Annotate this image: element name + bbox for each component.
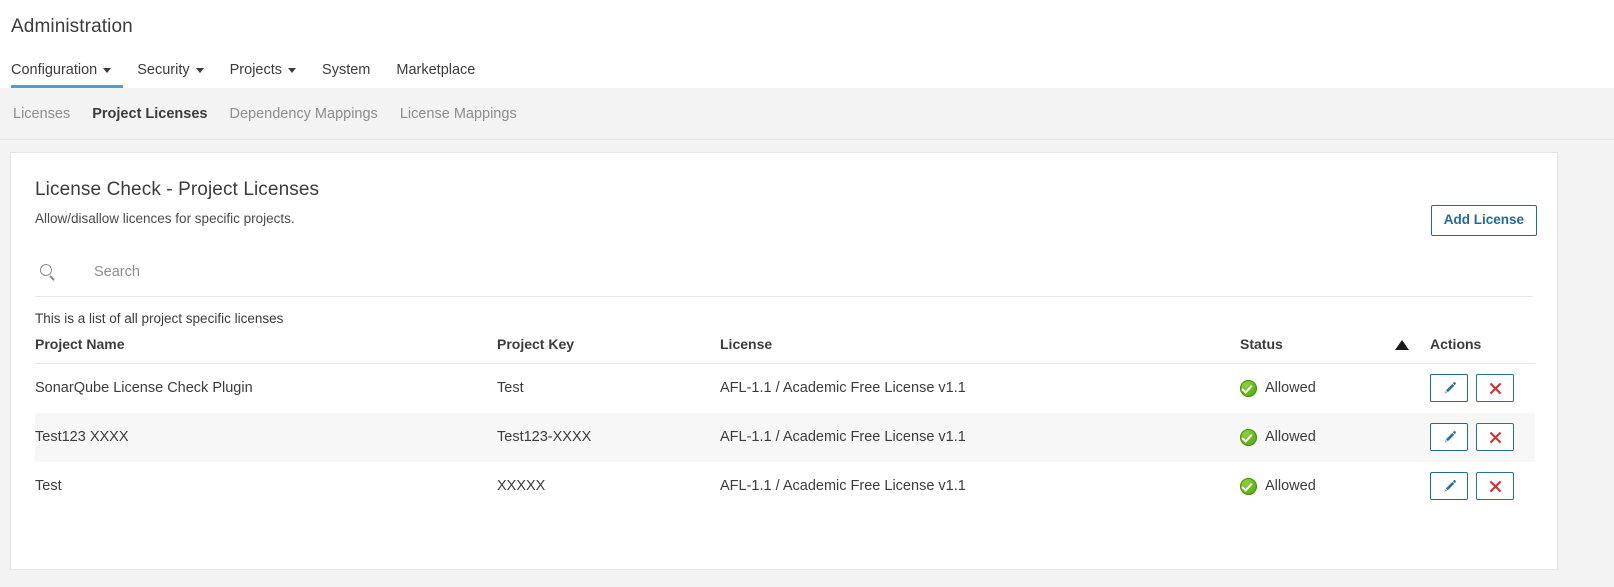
subnav-item-license-mappings[interactable]: License Mappings — [400, 106, 517, 122]
nav-item-security[interactable]: Security — [137, 61, 215, 89]
panel-title: License Check - Project Licenses — [35, 179, 320, 200]
cell-project-name: Test — [35, 478, 62, 494]
nav-item-system-label: System — [322, 61, 371, 78]
subnav-item-licenses[interactable]: Licenses — [13, 106, 70, 122]
cell-actions — [1430, 462, 1535, 511]
sort-ascending-icon-cell[interactable] — [1395, 336, 1430, 364]
panel-header: License Check - Project Licenses Allow/d… — [11, 153, 1557, 236]
column-header-project-key[interactable]: Project Key — [497, 336, 720, 364]
status-badge-label: Allowed — [1265, 380, 1316, 397]
cell-project-name: SonarQube License Check Plugin — [35, 380, 253, 397]
table-header: Project Name Project Key License Status … — [35, 336, 1535, 364]
cell-license: AFL-1.1 / Academic Free License v1.1 — [720, 478, 966, 494]
subnav-item-dependency-mappings[interactable]: Dependency Mappings — [229, 106, 377, 122]
chevron-down-icon — [288, 68, 297, 74]
cell-actions — [1430, 364, 1535, 413]
project-licenses-panel: License Check - Project Licenses Allow/d… — [10, 152, 1558, 570]
search-icon — [38, 262, 58, 282]
nav-item-marketplace-label: Marketplace — [396, 61, 476, 78]
edit-license-button[interactable] — [1430, 374, 1468, 403]
list-description: This is a list of all project specific l… — [35, 311, 284, 326]
close-x-icon — [1488, 479, 1503, 494]
nav-item-security-label: Security — [137, 61, 190, 78]
nav-item-configuration-label: Configuration — [11, 61, 98, 78]
cell-project-key: XXXXX — [497, 478, 546, 494]
sort-ascending-icon — [1395, 340, 1409, 351]
column-header-status[interactable]: Status — [1240, 336, 1395, 364]
nav-item-marketplace[interactable]: Marketplace — [396, 61, 487, 89]
cell-status: Allowed — [1240, 462, 1430, 511]
status-badge-label: Allowed — [1265, 478, 1316, 494]
cell-project-key: Test — [497, 380, 524, 397]
table-body: SonarQube License Check Plugin Test AFL-… — [35, 364, 1535, 511]
pencil-icon — [1442, 479, 1457, 494]
chevron-down-icon — [103, 68, 112, 74]
table-row: Test123 XXXX Test123-XXXX AFL-1.1 / Acad… — [35, 412, 1535, 462]
pencil-icon — [1442, 381, 1457, 396]
check-circle-icon — [1240, 477, 1257, 495]
edit-license-button[interactable] — [1430, 423, 1468, 451]
main-navigation: Configuration Security Projects System M… — [11, 50, 487, 88]
nav-item-projects[interactable]: Projects — [229, 61, 308, 89]
project-licenses-table: Project Name Project Key License Status … — [35, 336, 1535, 511]
panel-subtitle: Allow/disallow licences for specific pro… — [35, 211, 295, 226]
check-circle-icon — [1240, 428, 1257, 446]
search-bar — [35, 262, 1533, 297]
check-circle-icon — [1240, 379, 1257, 397]
cell-actions — [1430, 413, 1535, 462]
cell-project-name: Test123 XXXX — [35, 429, 129, 445]
add-license-button[interactable]: Add License — [1430, 205, 1537, 236]
pencil-icon — [1442, 430, 1457, 445]
column-header-project-name[interactable]: Project Name — [35, 336, 497, 364]
chevron-down-icon — [195, 68, 204, 74]
table-row: SonarQube License Check Plugin Test AFL-… — [35, 364, 1535, 413]
cell-license: AFL-1.1 / Academic Free License v1.1 — [720, 380, 966, 397]
sub-navigation: Licenses Project Licenses Dependency Map… — [0, 88, 1614, 140]
nav-item-system[interactable]: System — [322, 61, 382, 89]
close-x-icon — [1488, 381, 1503, 396]
nav-item-configuration[interactable]: Configuration — [11, 61, 124, 88]
column-header-license[interactable]: License — [720, 336, 1240, 364]
cell-status: Allowed — [1240, 364, 1430, 413]
delete-license-button[interactable] — [1476, 423, 1514, 451]
cell-status: Allowed — [1240, 413, 1430, 462]
table-row: Test XXXXX AFL-1.1 / Academic Free Licen… — [35, 462, 1535, 511]
cell-license: AFL-1.1 / Academic Free License v1.1 — [720, 429, 966, 445]
table-header-row: Project Name Project Key License Status … — [35, 336, 1535, 364]
nav-item-projects-label: Projects — [229, 61, 283, 78]
search-input[interactable] — [92, 263, 492, 281]
delete-license-button[interactable] — [1476, 374, 1514, 403]
column-header-actions: Actions — [1430, 336, 1535, 364]
status-badge-label: Allowed — [1265, 429, 1316, 445]
delete-license-button[interactable] — [1476, 472, 1514, 500]
top-header: Administration Configuration Security Pr… — [0, 0, 1614, 88]
cell-project-key: Test123-XXXX — [497, 429, 592, 445]
page-title: Administration — [11, 16, 133, 37]
close-x-icon — [1488, 430, 1503, 445]
subnav-item-project-licenses[interactable]: Project Licenses — [92, 106, 207, 122]
edit-license-button[interactable] — [1430, 472, 1468, 500]
